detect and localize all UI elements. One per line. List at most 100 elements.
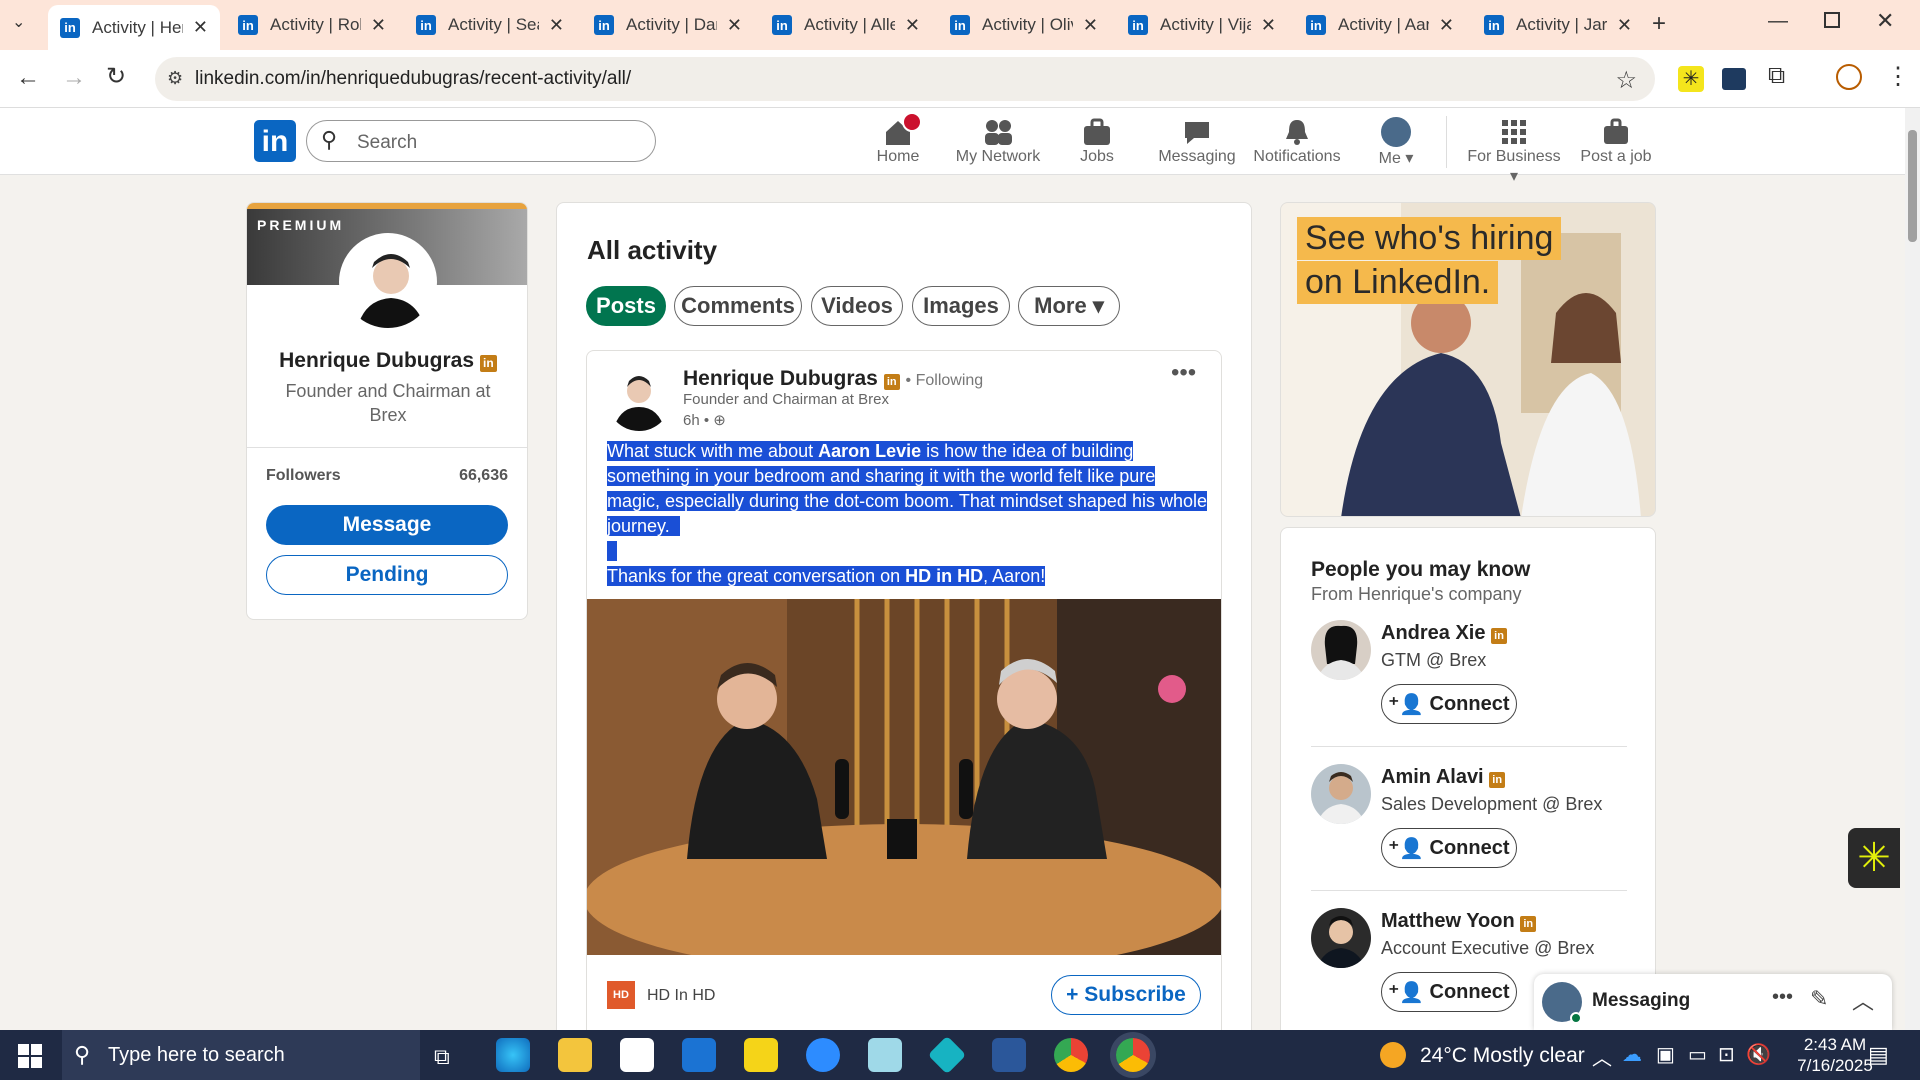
pending-button[interactable]: Pending — [266, 555, 508, 595]
person-name[interactable]: Andrea Xie in — [1381, 622, 1508, 645]
nav-me[interactable]: Me ▾ — [1346, 117, 1446, 168]
filter-more[interactable]: More ▾ — [1018, 286, 1120, 326]
scrollbar-thumb[interactable] — [1908, 130, 1917, 242]
filter-images[interactable]: Images — [912, 286, 1010, 326]
windows-start-icon[interactable] — [18, 1044, 42, 1068]
close-tab-icon[interactable]: ✕ — [727, 15, 742, 36]
tab-1[interactable]: in Activity | Hen ✕ — [48, 5, 220, 50]
message-button[interactable]: Message — [266, 505, 508, 545]
file-explorer-icon[interactable] — [558, 1038, 592, 1072]
filter-posts[interactable]: Posts — [586, 286, 666, 326]
weather-icon[interactable] — [1380, 1042, 1406, 1068]
avatar[interactable] — [1311, 908, 1371, 968]
nav-for-business[interactable]: For Business ▾ — [1462, 118, 1566, 186]
reload-icon[interactable]: ↻ — [106, 62, 126, 91]
tab-4[interactable]: in Activity | Dan ✕ — [582, 7, 754, 43]
weather-text[interactable]: 24°C Mostly clear — [1420, 1044, 1585, 1068]
notification-center-icon[interactable]: ▤ — [1868, 1042, 1889, 1068]
minimize-icon[interactable]: — — [1768, 10, 1788, 33]
back-icon[interactable]: ← — [16, 64, 40, 92]
avatar[interactable] — [1311, 764, 1371, 824]
profile-icon[interactable] — [1836, 64, 1862, 90]
close-tab-icon[interactable]: ✕ — [1261, 15, 1276, 36]
url-field[interactable]: ⚙ linkedin.com/in/henriquedubugras/recen… — [155, 57, 1655, 101]
page-scrollbar[interactable] — [1905, 108, 1920, 1030]
chrome-active-icon[interactable] — [1116, 1038, 1150, 1072]
author-avatar[interactable] — [607, 367, 671, 431]
profile-name[interactable]: Henrique Dubugras in — [247, 349, 527, 373]
chevron-up-icon[interactable]: ︿ — [1592, 1042, 1612, 1071]
floating-extension-icon[interactable]: ✳ — [1848, 828, 1900, 888]
chevron-up-icon[interactable]: ︿ — [1852, 984, 1874, 1016]
close-tab-icon[interactable]: ✕ — [549, 15, 564, 36]
extensions-puzzle-icon[interactable]: ⧉ — [1768, 62, 1785, 90]
onedrive-icon[interactable]: ☁ — [1622, 1042, 1642, 1067]
tab-7[interactable]: in Activity | Vija ✕ — [1116, 7, 1288, 43]
new-tab-icon[interactable]: + — [1652, 10, 1666, 38]
edge-icon[interactable] — [496, 1038, 530, 1072]
mail-icon[interactable] — [682, 1038, 716, 1072]
avatar[interactable] — [1311, 620, 1371, 680]
subscribe-button[interactable]: + Subscribe — [1051, 975, 1201, 1015]
post-author[interactable]: Henrique Dubugras in • Following — [683, 367, 983, 391]
store-icon[interactable] — [620, 1038, 654, 1072]
close-tab-icon[interactable]: ✕ — [1617, 15, 1632, 36]
site-info-icon[interactable]: ⚙ — [167, 68, 183, 89]
messaging-widget[interactable]: Messaging ••• ✎ ︿ — [1534, 974, 1892, 1030]
ad-banner[interactable]: See who's hiring on LinkedIn. — [1280, 202, 1656, 517]
connect-button[interactable]: ⁺👤 Connect — [1381, 828, 1517, 868]
compose-icon[interactable]: ✎ — [1810, 986, 1828, 1012]
person-name[interactable]: Amin Alavi in — [1381, 766, 1506, 789]
app-icon[interactable] — [927, 1035, 967, 1075]
post-image[interactable] — [587, 599, 1221, 955]
zoom-icon[interactable] — [806, 1038, 840, 1072]
close-tab-icon[interactable]: ✕ — [905, 15, 920, 36]
profile-photo[interactable] — [339, 233, 437, 331]
word-icon[interactable] — [992, 1038, 1026, 1072]
bookmark-star-icon[interactable]: ☆ — [1615, 66, 1637, 95]
tab-5[interactable]: in Activity | Alle ✕ — [760, 7, 932, 43]
close-tab-icon[interactable]: ✕ — [1083, 15, 1098, 36]
more-options-icon[interactable]: ••• — [1772, 986, 1793, 1009]
connect-button[interactable]: ⁺👤 Connect — [1381, 684, 1517, 724]
app-icon[interactable] — [868, 1038, 902, 1072]
taskbar-search[interactable]: ⚲ Type here to search — [62, 1030, 420, 1080]
battery-icon[interactable]: ▭ — [1688, 1042, 1707, 1067]
tab-2[interactable]: in Activity | Rob ✕ — [226, 7, 398, 43]
tab-6[interactable]: in Activity | Oliv ✕ — [938, 7, 1110, 43]
newsletter-name[interactable]: HD In HD — [647, 987, 715, 1005]
nav-home[interactable]: Home — [848, 112, 948, 166]
filter-videos[interactable]: Videos — [811, 286, 903, 326]
sticky-notes-icon[interactable] — [744, 1038, 778, 1072]
network-icon[interactable]: ⊡ — [1718, 1042, 1735, 1067]
restore-icon[interactable] — [1824, 12, 1840, 28]
tab-8[interactable]: inActivity | Aarc✕ — [1294, 7, 1466, 43]
tab-9[interactable]: in Activity | Jare ✕ — [1472, 7, 1644, 43]
tab-3[interactable]: inActivity | Sear✕ — [404, 7, 576, 43]
browser-menu-icon[interactable]: ⋮ — [1886, 62, 1910, 91]
nav-post-job[interactable]: Post a job — [1566, 118, 1666, 166]
nav-messaging[interactable]: Messaging — [1147, 118, 1247, 166]
task-view-icon[interactable]: ⧉ — [434, 1044, 450, 1070]
mention-link[interactable]: Aaron Levie — [818, 441, 922, 461]
linkedin-logo[interactable]: in — [254, 120, 296, 162]
nav-notifications[interactable]: Notifications — [1247, 118, 1347, 166]
connect-button[interactable]: ⁺👤 Connect — [1381, 972, 1517, 1012]
close-tab-icon[interactable]: ✕ — [193, 17, 208, 38]
close-window-icon[interactable]: ✕ — [1876, 8, 1894, 34]
filter-comments[interactable]: Comments — [674, 286, 802, 326]
newsletter-logo[interactable]: HD — [607, 981, 635, 1009]
clock[interactable]: 2:43 AM 7/16/2025 — [1790, 1034, 1880, 1076]
person-name[interactable]: Matthew Yoon in — [1381, 910, 1537, 933]
tab-search-icon[interactable]: ⌄ — [12, 12, 25, 32]
extension-icon[interactable]: ✳ — [1678, 66, 1704, 92]
nav-jobs[interactable]: Jobs — [1047, 118, 1147, 166]
screen-icon[interactable]: ▣ — [1656, 1042, 1675, 1067]
nav-my-network[interactable]: My Network — [948, 118, 1048, 166]
close-tab-icon[interactable]: ✕ — [371, 15, 386, 36]
volume-muted-icon[interactable]: 🔇 — [1746, 1042, 1771, 1067]
extension-icon[interactable] — [1722, 68, 1746, 90]
close-tab-icon[interactable]: ✕ — [1439, 15, 1454, 36]
chrome-icon[interactable] — [1054, 1038, 1088, 1072]
post-options-icon[interactable]: ••• — [1171, 359, 1196, 387]
